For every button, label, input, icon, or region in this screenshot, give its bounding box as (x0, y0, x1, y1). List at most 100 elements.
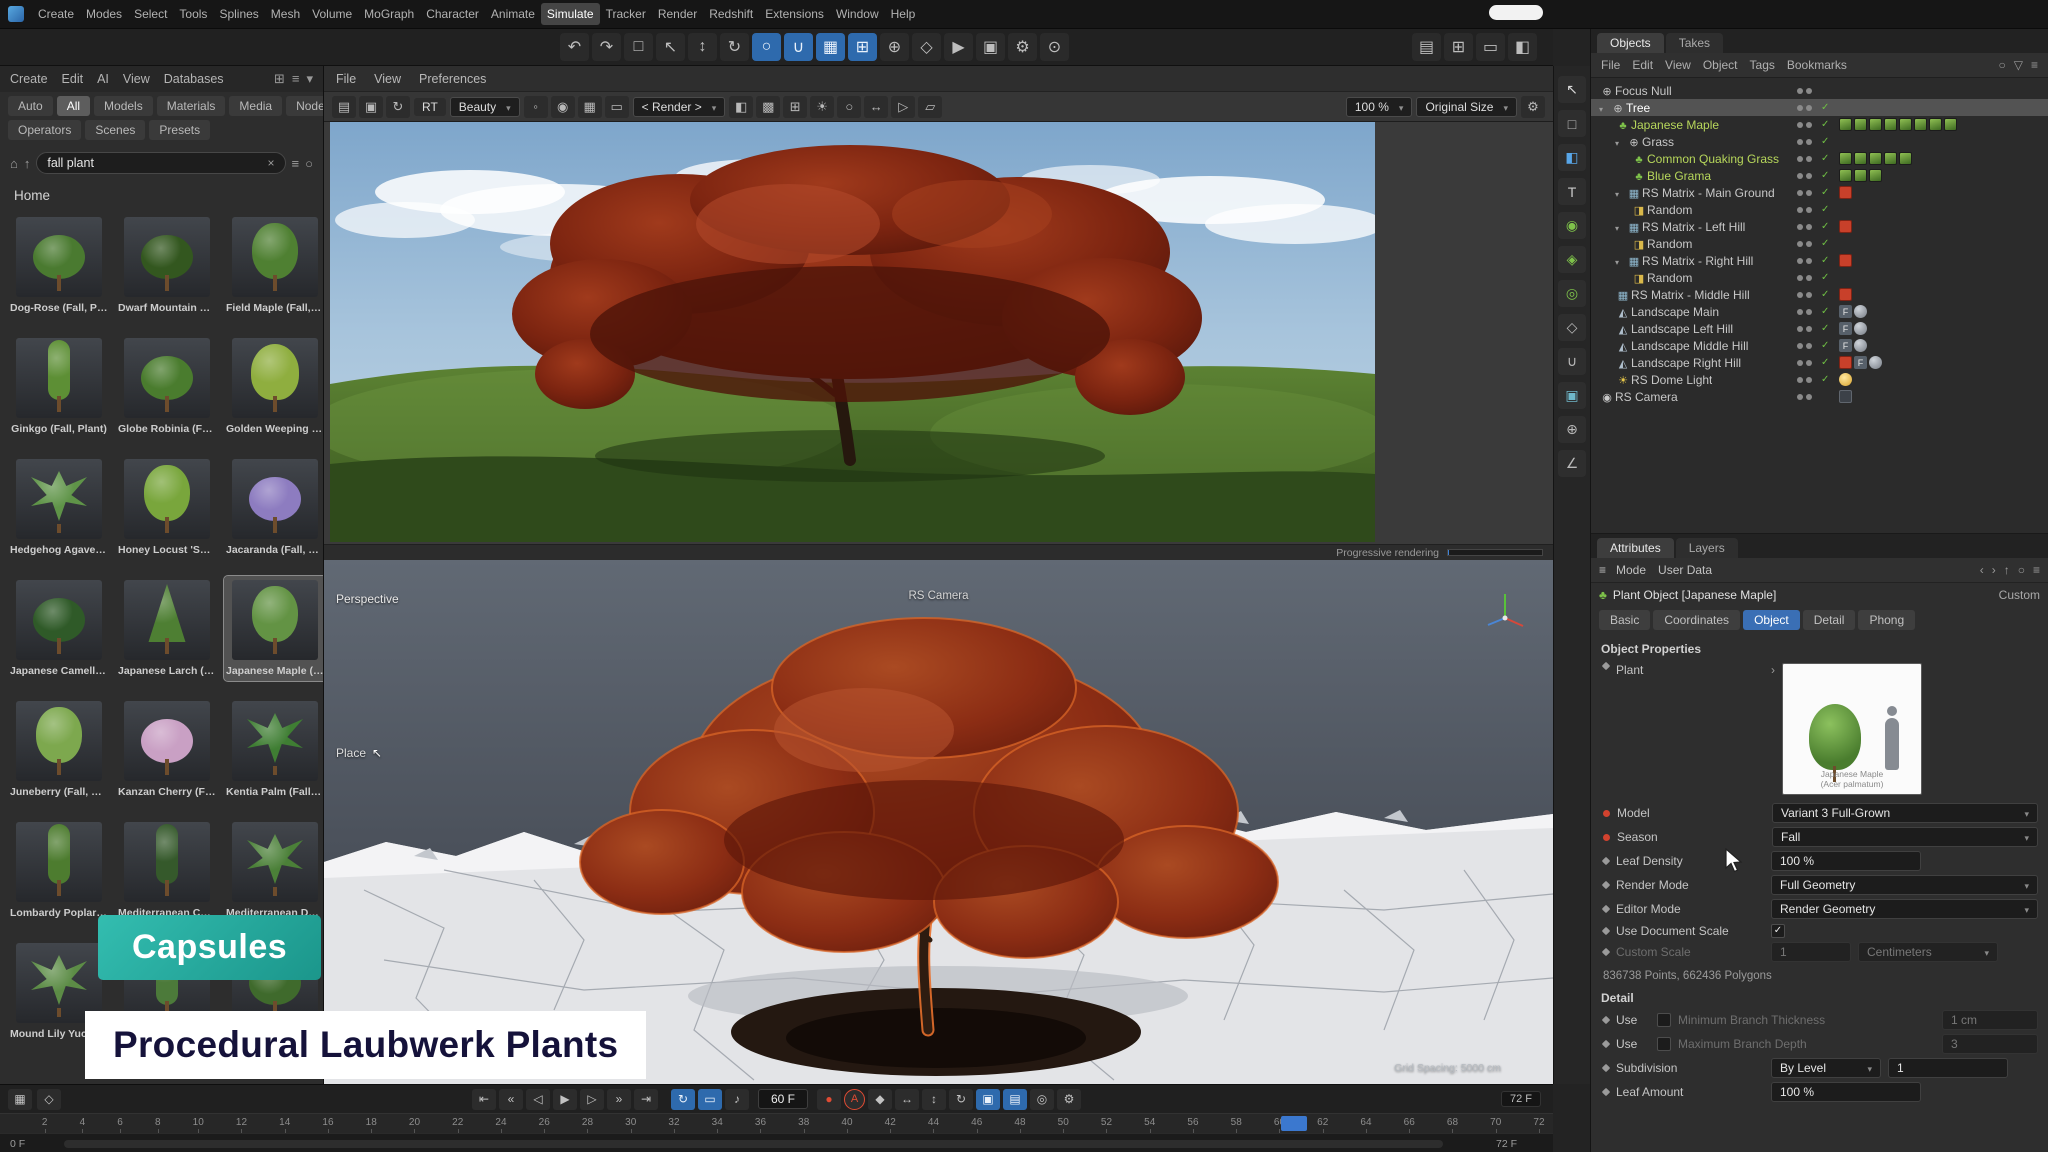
solo-button[interactable]: ◎ (1030, 1089, 1054, 1110)
menu-item[interactable]: Tools (173, 3, 213, 25)
attribute-section-tab[interactable]: Phong (1858, 610, 1915, 630)
menu-item[interactable]: Select (128, 3, 173, 25)
object-tags[interactable] (1839, 288, 1852, 301)
object-tags[interactable] (1839, 254, 1852, 267)
plant-preview-image[interactable]: Japanese Maple (Acer palmatum) (1782, 663, 1922, 795)
sun-icon[interactable]: ☀ (810, 96, 834, 118)
burger-icon[interactable]: ≡ (292, 156, 300, 171)
enabled-check-icon[interactable] (1821, 255, 1829, 266)
render-view-menu-item[interactable]: View (374, 72, 401, 86)
visibility-toggles[interactable] (1797, 105, 1812, 111)
render-mode-dropdown[interactable]: Full Geometry (1771, 875, 2038, 895)
object-name[interactable]: Focus Null (1615, 84, 1672, 98)
object-menu-item[interactable]: View (1665, 58, 1691, 72)
visibility-toggles[interactable] (1797, 156, 1812, 162)
asset-filter-tab[interactable]: All (57, 96, 90, 116)
menu-item[interactable]: Modes (80, 3, 128, 25)
menu-item[interactable]: Splines (213, 3, 264, 25)
object-name[interactable]: RS Matrix - Left Hill (1642, 220, 1745, 234)
object-tags[interactable] (1839, 118, 1957, 131)
object-tree-row[interactable]: Landscape Main (1591, 303, 2048, 320)
object-name[interactable]: Landscape Right Hill (1631, 356, 1741, 370)
object-name[interactable]: RS Matrix - Middle Hill (1631, 288, 1750, 302)
pass-select[interactable]: Beauty (450, 97, 520, 117)
menu-item[interactable]: Animate (485, 3, 541, 25)
enabled-check-icon[interactable] (1821, 221, 1829, 232)
camera-name-label[interactable]: RS Camera (908, 590, 968, 602)
object-name[interactable]: RS Camera (1615, 390, 1678, 404)
asset-plant-card[interactable]: Kentia Palm (Fall, Plant) (224, 697, 323, 802)
next-frame-button[interactable]: ▷ (580, 1089, 604, 1110)
object-tree-row[interactable]: Landscape Right Hill (1591, 354, 2048, 371)
keyframe-dot-icon[interactable] (1603, 834, 1610, 841)
object-tree-row[interactable]: RS Dome Light (1591, 371, 2048, 388)
asset-sub-tab[interactable]: Presets (149, 120, 210, 140)
anim-dot-icon[interactable] (1602, 1088, 1610, 1096)
interface-icon[interactable]: ◧ (1508, 33, 1537, 61)
redo-button[interactable]: ↷ (592, 33, 621, 61)
play-button[interactable]: ▶ (553, 1089, 577, 1110)
leaf-density-field[interactable]: 100 % (1771, 851, 1921, 871)
attribute-section-tab[interactable]: Basic (1599, 610, 1650, 630)
field-tool[interactable]: ◎ (1558, 280, 1586, 307)
object-tree-row[interactable]: Random (1591, 269, 2048, 286)
subdivision-dropdown[interactable]: By Level (1771, 1058, 1881, 1078)
up-icon[interactable]: ↑ (24, 156, 31, 171)
visibility-toggles[interactable] (1797, 343, 1812, 349)
asset-search-field[interactable]: × (36, 152, 285, 174)
playhead[interactable] (1281, 1116, 1307, 1131)
object-name[interactable]: Random (1647, 237, 1692, 251)
compare-icon[interactable]: ◧ (729, 96, 753, 118)
layout-quad-icon[interactable]: ⊞ (1444, 33, 1473, 61)
object-name[interactable]: RS Matrix - Main Ground (1642, 186, 1775, 200)
ping-pong-button[interactable]: ▭ (698, 1089, 722, 1110)
max-branch-depth-field[interactable]: 3 (1942, 1034, 2038, 1054)
enabled-check-icon[interactable] (1821, 119, 1829, 130)
axis-mode-toggle[interactable]: ⊕ (880, 33, 909, 61)
object-name[interactable]: Grass (1642, 135, 1674, 149)
object-tree-row[interactable]: RS Camera (1591, 388, 2048, 405)
rotate-tool[interactable]: ↻ (720, 33, 749, 61)
render-settings-button[interactable]: ⚙ (1008, 33, 1037, 61)
ipr-button[interactable]: ⊙ (1040, 33, 1069, 61)
rotation-toggle[interactable]: ↻ (949, 1089, 973, 1110)
expand-arrow-icon[interactable] (1615, 220, 1626, 234)
asset-filter-tab[interactable]: Materials (157, 96, 226, 116)
timeline-range-bar[interactable]: 0 F 72 F (0, 1133, 1553, 1152)
axis-tool[interactable]: ⊕ (1558, 416, 1586, 443)
object-tree-row[interactable]: Landscape Left Hill (1591, 320, 2048, 337)
anim-dot-icon[interactable] (1602, 881, 1610, 889)
object-tags[interactable] (1839, 390, 1852, 403)
asset-plant-card[interactable]: Mediterranean Cypres... (116, 818, 218, 923)
position-toggle[interactable]: ↔ (895, 1089, 919, 1110)
anim-dot-icon[interactable] (1602, 1064, 1610, 1072)
sound-button[interactable]: ♪ (725, 1089, 749, 1110)
keyframe-button[interactable]: ◆ (868, 1089, 892, 1110)
leaf-amount-field[interactable]: 100 % (1771, 1082, 1921, 1102)
layout-pill[interactable] (1489, 5, 1543, 20)
attribute-section-tab[interactable]: Coordinates (1653, 610, 1740, 630)
enabled-check-icon[interactable] (1821, 170, 1829, 181)
magnet-tool[interactable]: ∪ (1558, 348, 1586, 375)
asset-filter-tab[interactable]: Auto (8, 96, 53, 116)
back-icon[interactable]: ‹ (1980, 563, 1984, 577)
asset-plant-card[interactable]: Jacaranda (Fall, Plant) (224, 455, 323, 560)
search-input[interactable] (47, 156, 261, 170)
visibility-toggles[interactable] (1797, 292, 1812, 298)
visibility-toggles[interactable] (1797, 139, 1812, 145)
quantize-toggle[interactable]: ⊞ (848, 33, 877, 61)
object-name[interactable]: RS Dome Light (1631, 373, 1712, 387)
sphere-tool[interactable]: ◉ (1558, 212, 1586, 239)
filter-icon[interactable]: ▽ (2014, 58, 2023, 72)
object-name[interactable]: Tree (1626, 101, 1650, 115)
object-tags[interactable] (1839, 373, 1852, 386)
visibility-toggles[interactable] (1797, 394, 1812, 400)
object-tree-row[interactable]: Random (1591, 235, 2048, 252)
panel-menu-icon[interactable]: ▾ (306, 71, 313, 87)
menu-item[interactable]: Volume (306, 3, 358, 25)
attributes-tab[interactable]: Attributes (1597, 538, 1674, 558)
object-tree-row[interactable]: RS Matrix - Left Hill (1591, 218, 2048, 235)
scale-toggle[interactable]: ↕ (922, 1089, 946, 1110)
asset-plant-card[interactable]: Dog-Rose (Fall, Plant) (8, 213, 110, 318)
scale-tool[interactable]: ↕ (688, 33, 717, 61)
